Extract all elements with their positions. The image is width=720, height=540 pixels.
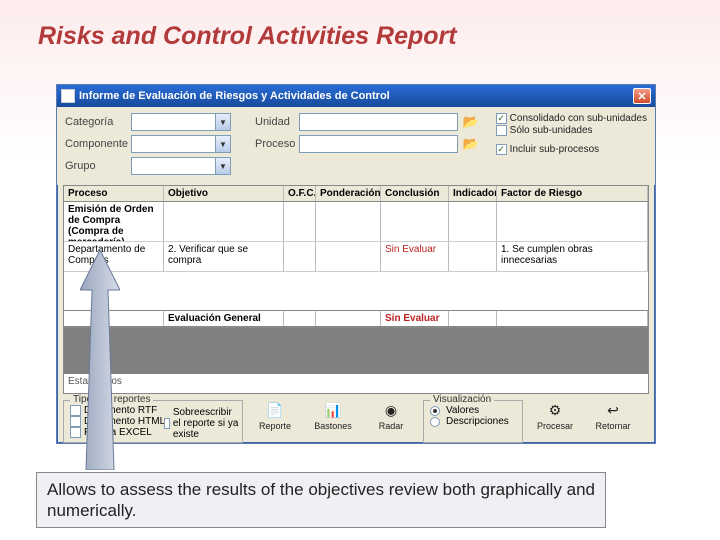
- radar-icon: ◉: [379, 400, 403, 420]
- cell: [284, 242, 316, 271]
- proceso-field[interactable]: [299, 135, 458, 153]
- eval-general-value: Sin Evaluar: [381, 311, 449, 326]
- col-factor[interactable]: Factor de Riesgo: [497, 186, 648, 201]
- check-label: Sólo sub-unidades: [510, 125, 593, 136]
- cell: [284, 202, 316, 241]
- proceso-label: Proceso: [255, 138, 299, 150]
- chevron-down-icon: ▼: [215, 114, 230, 130]
- cell: [449, 202, 497, 241]
- stats-bar: Estadísticos: [63, 374, 649, 394]
- titlebar: Informe de Evaluación de Riesgos y Activ…: [57, 85, 655, 107]
- callout-box: Allows to assess the results of the obje…: [36, 472, 606, 529]
- col-indicador[interactable]: Indicador: [449, 186, 497, 201]
- bar-chart-icon: 📊: [321, 400, 345, 420]
- folder-icon[interactable]: 📂: [462, 114, 480, 130]
- retornar-button[interactable]: ↩ Retornar: [587, 400, 639, 443]
- checkbox[interactable]: [496, 125, 507, 136]
- gear-icon: ⚙: [543, 400, 567, 420]
- grid-header: Proceso Objetivo O.F.C. Ponderación Conc…: [64, 186, 648, 202]
- btn-label: Procesar: [537, 421, 573, 431]
- checkbox[interactable]: [70, 405, 81, 416]
- cell: Departamento de Compras: [64, 242, 164, 271]
- document-icon: 📄: [263, 400, 287, 420]
- checkbox[interactable]: [70, 416, 81, 427]
- checkbox[interactable]: ✓: [496, 113, 507, 124]
- data-grid: Proceso Objetivo O.F.C. Ponderación Conc…: [63, 185, 649, 328]
- check-label: Consolidado con sub-unidades: [510, 113, 647, 124]
- check-label: Planilla EXCEL: [84, 427, 152, 438]
- eval-general-row: Evaluación General Sin Evaluar: [64, 310, 648, 327]
- col-ofc[interactable]: O.F.C.: [284, 186, 316, 201]
- procesar-button[interactable]: ⚙ Procesar: [529, 400, 581, 443]
- radio[interactable]: [430, 406, 440, 416]
- checkbox[interactable]: [70, 427, 81, 438]
- btn-label: Radar: [379, 421, 404, 431]
- cell: [316, 202, 381, 241]
- radio-label: Valores: [446, 405, 479, 416]
- checkbox[interactable]: ✓: [496, 144, 507, 155]
- cell: Sin Evaluar: [381, 242, 449, 271]
- cell: [449, 242, 497, 271]
- cell: [316, 242, 381, 271]
- cell: 1. Se cumplen obras innecesarias: [497, 242, 648, 271]
- checkbox[interactable]: [164, 418, 170, 429]
- group-reportes: Tipos de reportes Documento RTF Document…: [63, 400, 243, 443]
- app-icon: [61, 89, 75, 103]
- cell: [497, 202, 648, 241]
- btn-label: Reporte: [259, 421, 291, 431]
- unidad-label: Unidad: [255, 116, 299, 128]
- grupo-label: Grupo: [65, 160, 131, 172]
- group-legend: Visualización: [430, 394, 494, 405]
- radio[interactable]: [430, 417, 440, 427]
- col-proceso[interactable]: Proceso: [64, 186, 164, 201]
- grupo-combo[interactable]: ▼: [131, 157, 231, 175]
- cell: [381, 202, 449, 241]
- check-label: Documento HTML: [84, 416, 165, 427]
- check-label: Sobreescribir el reporte si ya existe: [173, 407, 240, 440]
- cell: [164, 202, 284, 241]
- col-ponderacion[interactable]: Ponderación: [316, 186, 381, 201]
- grid-empty-area: [63, 328, 649, 374]
- options-column: ✓Consolidado con sub-unidades Sólo sub-u…: [496, 113, 647, 179]
- radar-button[interactable]: ◉ Radar: [365, 400, 417, 443]
- filter-panel: Categoría ▼ Componente ▼ Grupo ▼ Unidad …: [57, 107, 655, 185]
- componente-combo[interactable]: ▼: [131, 135, 231, 153]
- bastones-button[interactable]: 📊 Bastones: [307, 400, 359, 443]
- return-icon: ↩: [601, 400, 625, 420]
- cell: 2. Verificar que se compra: [164, 242, 284, 271]
- window-title: Informe de Evaluación de Riesgos y Activ…: [79, 90, 633, 102]
- check-label: Documento RTF: [84, 405, 157, 416]
- radio-label: Descripciones: [446, 416, 509, 427]
- cell: Emisión de Orden de Compra (Compra de me…: [64, 202, 164, 241]
- check-label: Incluir sub-procesos: [510, 144, 599, 155]
- btn-label: Bastones: [314, 421, 352, 431]
- btn-label: Retornar: [595, 421, 630, 431]
- folder-icon[interactable]: 📂: [462, 136, 480, 152]
- table-row[interactable]: Emisión de Orden de Compra (Compra de me…: [64, 202, 648, 242]
- group-legend: Tipos de reportes: [70, 394, 153, 405]
- unidad-field[interactable]: [299, 113, 458, 131]
- grid-body: Emisión de Orden de Compra (Compra de me…: [64, 202, 648, 310]
- reporte-button[interactable]: 📄 Reporte: [249, 400, 301, 443]
- eval-general-label: Evaluación General: [164, 311, 284, 326]
- bottom-panel: Tipos de reportes Documento RTF Document…: [57, 394, 655, 449]
- slide-title: Risks and Control Activities Report: [0, 0, 720, 51]
- categoria-label: Categoría: [65, 116, 131, 128]
- group-visualizacion: Visualización Valores Descripciones: [423, 400, 523, 443]
- close-button[interactable]: ✕: [633, 88, 651, 104]
- chevron-down-icon: ▼: [215, 136, 230, 152]
- componente-label: Componente: [65, 138, 131, 150]
- app-window: Informe de Evaluación de Riesgos y Activ…: [56, 84, 656, 444]
- col-conclusion[interactable]: Conclusión: [381, 186, 449, 201]
- chevron-down-icon: ▼: [215, 158, 230, 174]
- categoria-combo[interactable]: ▼: [131, 113, 231, 131]
- col-objetivo[interactable]: Objetivo: [164, 186, 284, 201]
- table-row[interactable]: Departamento de Compras 2. Verificar que…: [64, 242, 648, 272]
